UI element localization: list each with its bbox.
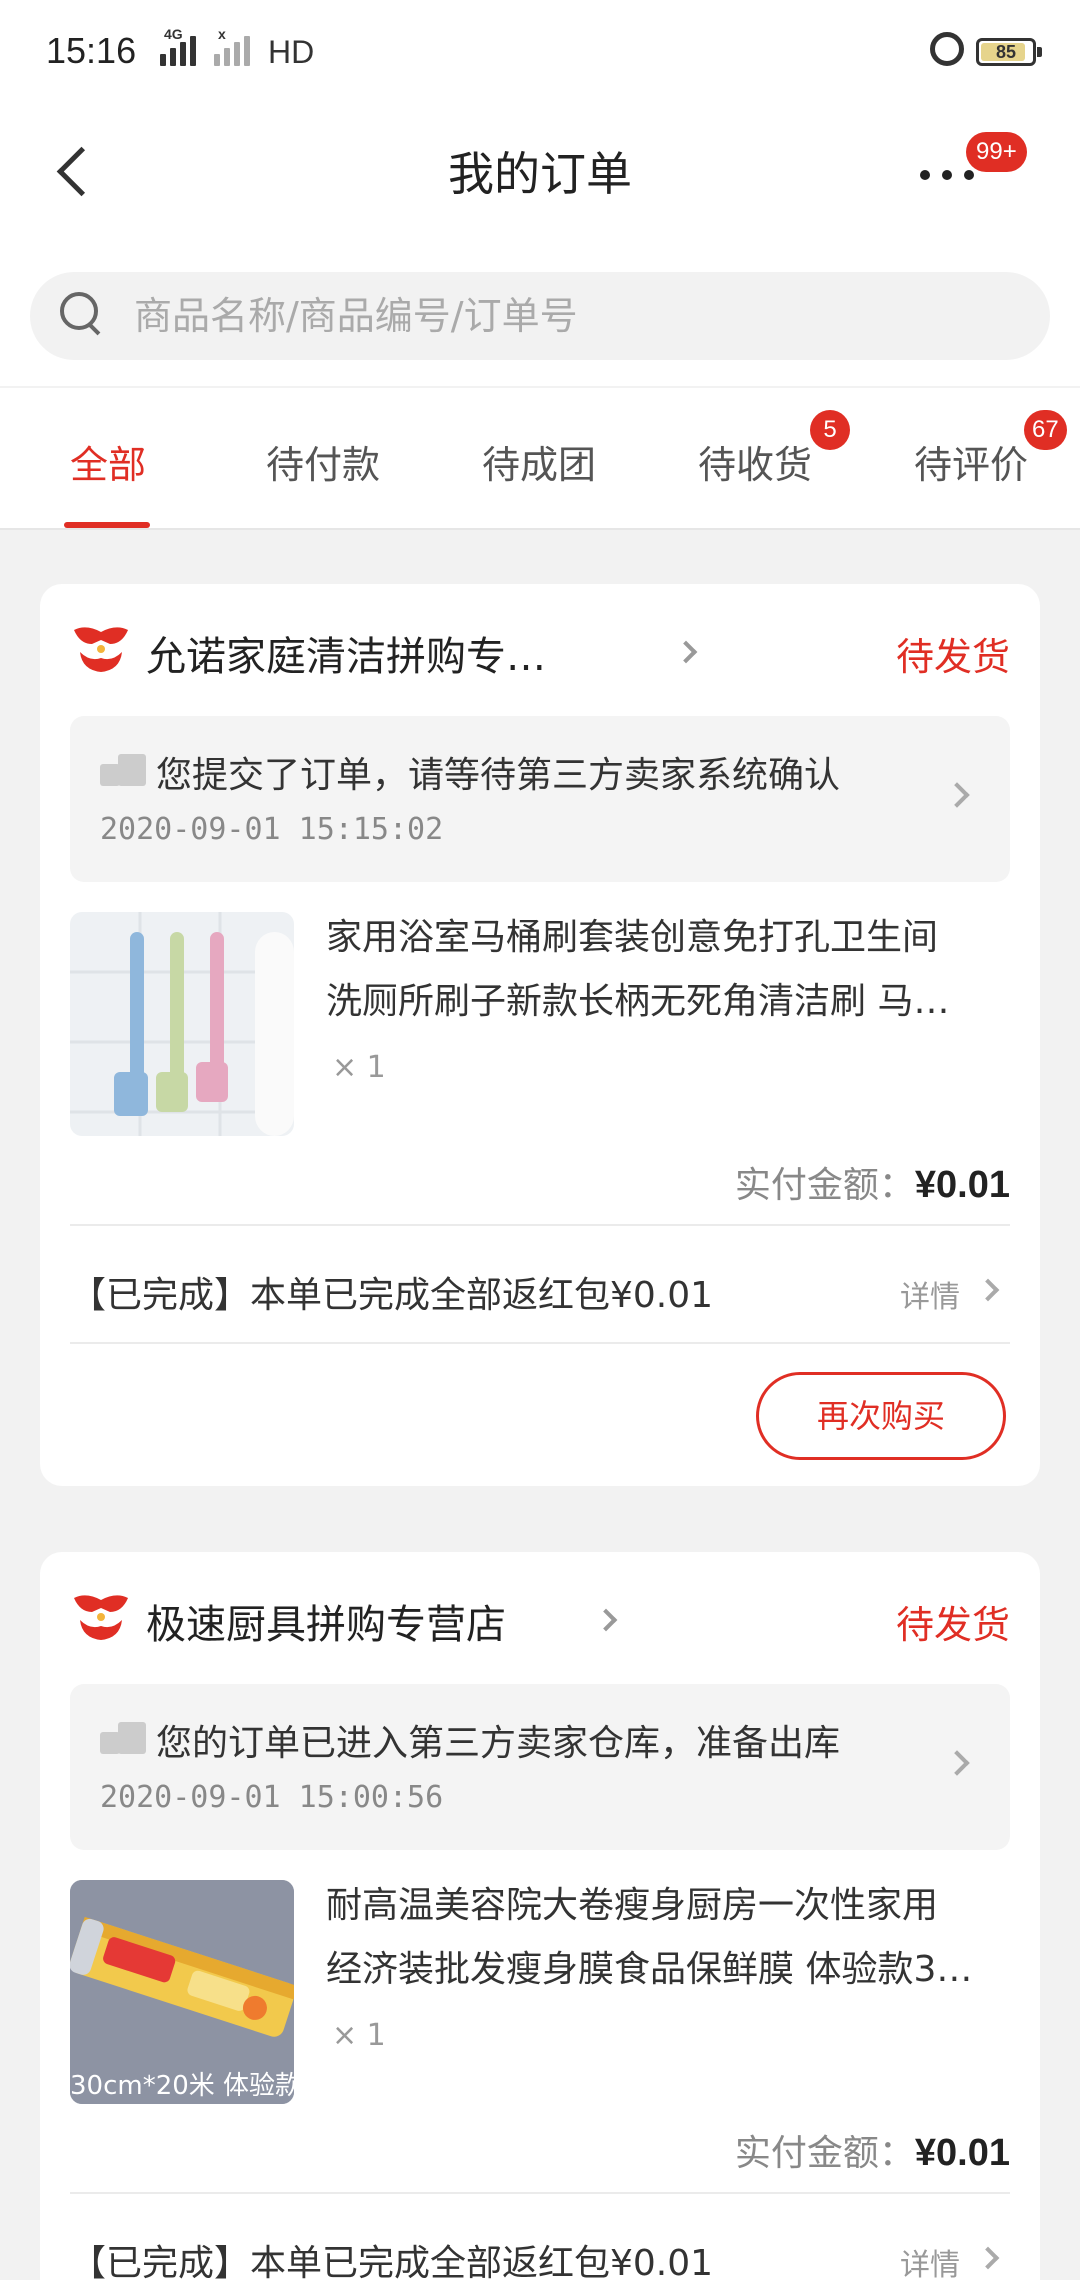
detail-link[interactable]: 详情 <box>900 2240 960 2280</box>
chevron-right-icon <box>944 782 970 808</box>
status-bar: 15:16 4G x HD 85 <box>0 0 1080 100</box>
tab-active-indicator <box>64 522 150 528</box>
product-title-line: 经济装批发瘦身膜食品保鲜膜 体验款3… <box>326 1949 973 1990</box>
tab-pending-review-badge: 67 <box>1024 410 1067 450</box>
shop-header[interactable]: 极速厨具拼购专营店 待发货 <box>70 1588 1010 1648</box>
price-label: 实付金额： <box>734 1165 915 1206</box>
chevron-right-icon <box>944 1750 970 1776</box>
signal-icon <box>160 36 196 66</box>
shop-header[interactable]: 允诺家庭清洁拼购专… 待发货 <box>70 620 1010 680</box>
product-title-line: 洗厕所刷子新款长柄无死角清洁刷 马… <box>326 981 950 1022</box>
order-tabs: 全部 待付款 待成团 待收货 5 待评价 67 <box>0 388 1080 530</box>
tab-pending-receipt[interactable]: 待收货 <box>698 434 812 489</box>
logistics-panel[interactable]: 您提交了订单，请等待第三方卖家系统确认 2020-09-01 15:15:02 <box>70 716 1010 882</box>
alarm-icon <box>930 32 964 66</box>
price-value: ¥0.01 <box>914 2132 1010 2174</box>
shop-logo-icon <box>74 627 128 672</box>
tab-pending-payment[interactable]: 待付款 <box>266 434 380 489</box>
order-status: 待发货 <box>895 1603 1010 1647</box>
logistics-text: 您提交了订单，请等待第三方卖家系统确认 <box>156 755 841 796</box>
search-bar <box>0 240 1080 386</box>
product-quantity: × 1 <box>332 2018 386 2053</box>
order-card: 极速厨具拼购专营店 待发货 您的订单已进入第三方卖家仓库，准备出库 2020-0… <box>40 1552 1040 2280</box>
divider <box>70 2192 1010 2194</box>
product-title-line: 耐高温美容院大卷瘦身厨房一次性家用 <box>326 1885 939 1926</box>
price-value: ¥0.01 <box>914 1164 1010 1206</box>
price-label: 实付金额： <box>734 2133 915 2174</box>
chevron-right-icon <box>976 2246 1000 2270</box>
rebate-text: 【已完成】本单已完成全部返红包¥0.01 <box>70 2243 714 2280</box>
product-title-line: 家用浴室马桶刷套装创意免打孔卫生间 <box>326 917 939 958</box>
page-title: 我的订单 <box>448 147 632 201</box>
shop-name: 允诺家庭清洁拼购专… <box>146 634 546 680</box>
rebate-row[interactable]: 【已完成】本单已完成全部返红包¥0.01 详情 <box>70 1260 1010 1320</box>
rebate-row[interactable]: 【已完成】本单已完成全部返红包¥0.01 详情 <box>70 2228 1010 2280</box>
product-image[interactable] <box>70 912 294 1136</box>
tab-pending-receipt-badge: 5 <box>810 410 850 450</box>
message-badge: 99+ <box>966 132 1027 172</box>
price-row: 实付金额：¥0.01 <box>735 1156 1010 1208</box>
tab-pending-review[interactable]: 待评价 <box>914 434 1028 489</box>
divider <box>70 1342 1010 1344</box>
app-header: 我的订单 99+ <box>0 100 1080 240</box>
rebuy-button[interactable]: 再次购买 <box>756 1372 1006 1460</box>
logistics-panel[interactable]: 您的订单已进入第三方卖家仓库，准备出库 2020-09-01 15:00:56 <box>70 1684 1010 1850</box>
product-quantity: × 1 <box>332 1050 386 1085</box>
order-card: 允诺家庭清洁拼购专… 待发货 您提交了订单，请等待第三方卖家系统确认 2020-… <box>40 584 1040 1486</box>
product-title[interactable]: 家用浴室马桶刷套装创意免打孔卫生间 洗厕所刷子新款长柄无死角清洁刷 马… <box>326 906 1006 1034</box>
truck-icon <box>100 754 146 790</box>
product-title[interactable]: 耐高温美容院大卷瘦身厨房一次性家用 经济装批发瘦身膜食品保鲜膜 体验款3… <box>326 1874 1006 2002</box>
search-box[interactable] <box>30 272 1050 360</box>
order-status: 待发货 <box>895 635 1010 679</box>
detail-link[interactable]: 详情 <box>900 1272 960 1316</box>
truck-icon <box>100 1722 146 1758</box>
shop-name: 极速厨具拼购专营店 <box>146 1602 506 1648</box>
signal-2-icon <box>214 36 250 66</box>
logistics-time: 2020-09-01 15:15:02 <box>100 812 444 847</box>
chevron-right-icon <box>976 1278 1000 1302</box>
hd-label: HD <box>268 34 315 70</box>
shop-logo-icon <box>74 1595 128 1640</box>
logistics-text: 您的订单已进入第三方卖家仓库，准备出库 <box>156 1723 841 1764</box>
battery-icon: 85 <box>976 38 1042 66</box>
logistics-time: 2020-09-01 15:00:56 <box>100 1780 444 1815</box>
chevron-right-icon <box>674 640 698 664</box>
tab-pending-group[interactable]: 待成团 <box>482 434 596 489</box>
price-row: 实付金额：¥0.01 <box>735 2124 1010 2176</box>
thumb-caption: 30cm*20米 体验款 <box>70 2071 294 2101</box>
divider <box>70 1224 1010 1226</box>
search-input[interactable] <box>134 272 1014 360</box>
battery-level: 85 <box>995 42 1017 62</box>
rebate-text: 【已完成】本单已完成全部返红包¥0.01 <box>70 1275 714 1316</box>
tab-all[interactable]: 全部 <box>70 434 146 489</box>
chevron-right-icon <box>594 1608 618 1632</box>
status-time: 15:16 <box>46 30 137 71</box>
search-icon <box>60 292 100 336</box>
